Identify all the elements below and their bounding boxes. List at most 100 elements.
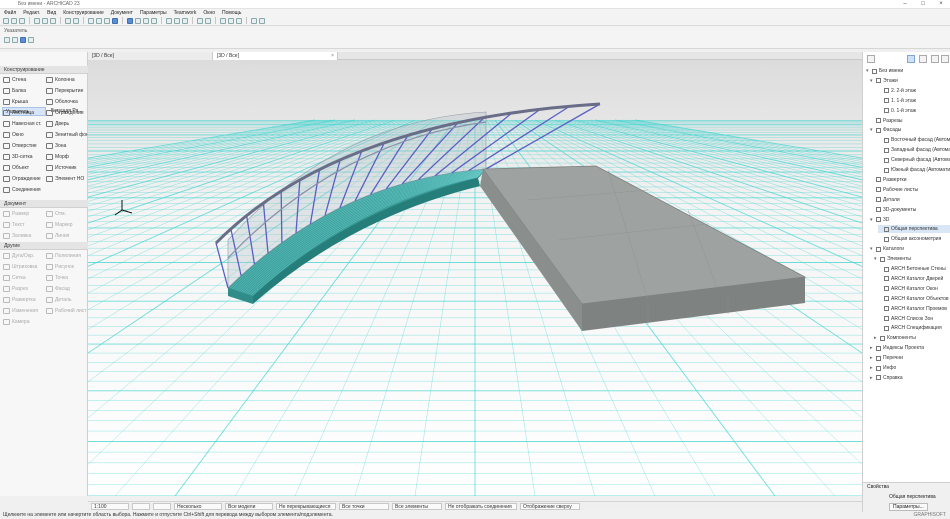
status-field[interactable]: Не отображать соединения bbox=[445, 502, 517, 510]
close-button[interactable]: × bbox=[932, 0, 950, 9]
toolbox-tool[interactable]: Ограждение bbox=[46, 108, 84, 118]
toolbox-tool[interactable]: Маркер bbox=[46, 220, 73, 230]
status-field[interactable]: Все модели bbox=[225, 502, 273, 510]
toolbar-button-icon[interactable] bbox=[112, 17, 118, 24]
toolbox-tool[interactable]: Окно bbox=[3, 130, 24, 140]
toolbar-button-icon[interactable] bbox=[166, 17, 172, 24]
toolbox-tool[interactable]: Отм. bbox=[46, 209, 66, 219]
toolbox-tool[interactable]: Рабочий лист bbox=[46, 306, 87, 316]
toolbox-tool[interactable]: Балка bbox=[3, 86, 26, 96]
toolbar-button-icon[interactable] bbox=[143, 17, 149, 24]
quick-selection-icon[interactable] bbox=[28, 37, 34, 43]
toolbox-tool[interactable]: Отверстие bbox=[3, 141, 37, 151]
expand-arrow-icon[interactable]: ▸ bbox=[870, 364, 874, 372]
expand-arrow-icon[interactable]: ▾ bbox=[870, 126, 874, 134]
expand-arrow-icon[interactable]: ▸ bbox=[870, 354, 874, 362]
toolbar-button-icon[interactable] bbox=[236, 17, 242, 24]
toolbar-button-icon[interactable] bbox=[174, 17, 180, 24]
toolbar-button-icon[interactable] bbox=[96, 17, 102, 24]
menu-item[interactable]: Файл bbox=[4, 10, 16, 16]
toolbar-button-icon[interactable] bbox=[228, 17, 234, 24]
toolbox-tool[interactable]: Камера bbox=[3, 317, 29, 327]
toolbox-tool[interactable]: Морф bbox=[46, 152, 69, 162]
navigator-item[interactable]: ARCH Список Зон bbox=[878, 315, 933, 323]
menu-item[interactable]: Помощь bbox=[222, 10, 241, 16]
navigator-item[interactable]: Северный фасад (Автоматич... bbox=[878, 156, 950, 164]
menu-item[interactable]: Редакт. bbox=[23, 10, 40, 16]
toolbox-tool[interactable]: Фасад bbox=[46, 284, 70, 294]
navigator-item[interactable]: Развертки bbox=[870, 176, 907, 184]
toolbox-tool[interactable]: Текст bbox=[3, 220, 25, 230]
toolbox-tool[interactable]: Точка bbox=[46, 273, 68, 283]
toolbox-tool[interactable]: Навесная ст. bbox=[3, 119, 42, 129]
toolbox-tool[interactable]: Изменения bbox=[3, 306, 38, 316]
toolbox-tool[interactable]: Источник bbox=[46, 163, 76, 173]
toolbox-tool[interactable]: Стена bbox=[3, 75, 26, 85]
navigator-item[interactable]: 2. 2-й этаж bbox=[878, 87, 916, 95]
toolbox-tool[interactable]: Зона bbox=[46, 141, 66, 151]
navigator-item[interactable]: 3D-документы bbox=[870, 206, 916, 214]
tab-3d-2[interactable]: [3D / Все] × bbox=[213, 52, 338, 60]
status-field[interactable]: Несколько bbox=[174, 502, 222, 510]
toolbox-tool[interactable]: Элемент НО bbox=[46, 174, 84, 184]
toolbox-tool[interactable]: 3D-сетка bbox=[3, 152, 33, 162]
menu-item[interactable]: Вид bbox=[47, 10, 56, 16]
navigator-item[interactable]: ARCH Каталог Окон bbox=[878, 285, 938, 293]
expand-arrow-icon[interactable]: ▾ bbox=[870, 77, 874, 85]
select-mode-icon[interactable] bbox=[4, 37, 10, 43]
maximize-button[interactable]: □ bbox=[914, 0, 932, 9]
navigator-item[interactable]: Южный фасад (Автоматич... bbox=[878, 166, 950, 174]
navigator-item[interactable]: Общая перспектива bbox=[878, 225, 950, 234]
toolbar-button-icon[interactable] bbox=[197, 17, 203, 24]
expand-arrow-icon[interactable]: ▾ bbox=[866, 67, 870, 75]
toolbox-tool[interactable]: Перекрытие bbox=[46, 86, 83, 96]
3d-viewport[interactable] bbox=[88, 60, 862, 496]
toolbox-tool[interactable]: Штриховка bbox=[3, 262, 37, 272]
navigator-item[interactable]: Разрезы bbox=[870, 117, 903, 125]
toolbar-button-icon[interactable] bbox=[65, 17, 71, 24]
navigator-item[interactable]: Общая аксонометрия bbox=[878, 235, 941, 243]
toolbar-button-icon[interactable] bbox=[135, 17, 141, 24]
toolbar-button-icon[interactable] bbox=[88, 17, 94, 24]
menu-item[interactable]: Параметры bbox=[140, 10, 167, 16]
view-map-icon[interactable] bbox=[907, 55, 915, 63]
toolbar-button-icon[interactable] bbox=[42, 17, 48, 24]
toolbox-section-header[interactable]: Другие bbox=[0, 242, 88, 250]
3d-scene[interactable] bbox=[88, 60, 862, 496]
navigator-item[interactable]: Западный фасад (Автоматич... bbox=[878, 146, 950, 154]
toolbox-tool[interactable]: Лестница bbox=[3, 108, 34, 118]
menu-item[interactable]: Окно bbox=[203, 10, 215, 16]
toolbox-tool[interactable]: Колонна bbox=[46, 75, 75, 85]
expand-arrow-icon[interactable]: ▾ bbox=[870, 216, 874, 224]
status-field[interactable]: Не перекрывающиеся bbox=[276, 502, 336, 510]
layout-book-icon[interactable] bbox=[919, 55, 927, 63]
navigator-item[interactable]: ▸ Индексы Проекта bbox=[870, 344, 924, 352]
toolbox-tool[interactable]: Объект bbox=[3, 163, 29, 173]
navigator-item[interactable]: ARCH Каталог Объектов bbox=[878, 295, 949, 303]
close-icon[interactable]: × bbox=[331, 52, 334, 60]
toolbox-tool[interactable]: Зенитный фон... bbox=[46, 130, 93, 140]
toolbar-button-icon[interactable] bbox=[73, 17, 79, 24]
menu-item[interactable]: Teamwork bbox=[174, 10, 197, 16]
navigator-item[interactable]: ▾ 3D bbox=[870, 216, 889, 224]
toolbox-tool[interactable]: Рисунок bbox=[46, 262, 74, 272]
navigator-item[interactable]: ▸ Инфо bbox=[870, 364, 896, 372]
selection-filter-icon[interactable] bbox=[20, 37, 26, 43]
toolbox-tool[interactable]: Развертка bbox=[3, 295, 36, 305]
navigator-item[interactable]: ARCH Бетонные Стены bbox=[878, 265, 946, 273]
toolbar-button-icon[interactable] bbox=[34, 17, 40, 24]
status-field[interactable]: 1:100 bbox=[91, 502, 129, 510]
toolbox-tool[interactable]: Разрез bbox=[3, 284, 28, 294]
toolbar-button-icon[interactable] bbox=[220, 17, 226, 24]
navigator-item[interactable]: ▾ Фасады bbox=[870, 126, 901, 134]
toolbar-button-icon[interactable] bbox=[104, 17, 110, 24]
status-field[interactable]: Все точки bbox=[339, 502, 389, 510]
expand-arrow-icon[interactable]: ▸ bbox=[870, 374, 874, 382]
navigator-item[interactable]: ▸ Перечни bbox=[870, 354, 903, 362]
toolbox-tool[interactable]: Линия bbox=[46, 231, 69, 241]
expand-arrow-icon[interactable]: ▸ bbox=[874, 334, 878, 342]
navigator-item[interactable]: Восточный фасад (Автоматич... bbox=[878, 136, 950, 144]
toolbox-tool[interactable]: Соединения bbox=[3, 185, 41, 195]
toolbox-tool[interactable]: Деталь bbox=[46, 295, 72, 305]
toolbox-section-header[interactable]: Документ bbox=[0, 200, 88, 208]
